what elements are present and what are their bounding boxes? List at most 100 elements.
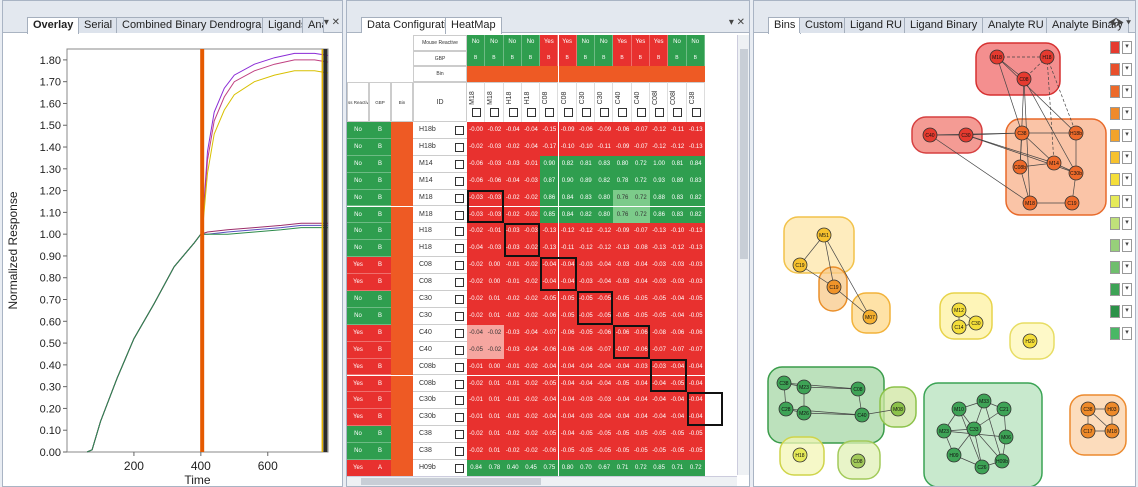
y-tick-label: 0.90 <box>40 251 61 263</box>
vertical-scrollbar[interactable] <box>737 35 749 475</box>
col-bin-cell <box>631 66 650 82</box>
legend-dropdown-icon[interactable]: ▾ <box>1122 217 1132 230</box>
heatmap-value-cell: -0.07 <box>631 138 650 156</box>
row-reactive-cell: Yes <box>347 274 369 291</box>
legend-swatch[interactable] <box>1110 41 1120 54</box>
row-reactive-cell: Yes <box>347 375 369 393</box>
bin-node-label: H18 <box>1042 55 1051 61</box>
legend-dropdown-icon[interactable]: ▾ <box>1122 85 1132 98</box>
legend-dropdown-icon[interactable]: ▾ <box>1122 41 1132 54</box>
legend-swatch[interactable] <box>1110 151 1120 164</box>
legend-swatch[interactable] <box>1110 107 1120 120</box>
legend-swatch[interactable] <box>1110 327 1120 340</box>
legend-swatch[interactable] <box>1110 305 1120 318</box>
horizontal-scrollbar[interactable] <box>347 476 737 486</box>
row-bin-cell <box>391 138 413 156</box>
column-checkbox <box>581 107 591 117</box>
tab-combined-binary-dendrogram[interactable]: Combined Binary Dendrogram <box>116 17 277 33</box>
legend-swatch[interactable] <box>1110 239 1120 252</box>
row-checkbox <box>455 193 464 203</box>
legend-swatch[interactable] <box>1110 85 1120 98</box>
row-gbp-cell: B <box>369 206 391 224</box>
col-id-label: M18 <box>469 90 476 105</box>
scrollbar-thumb[interactable] <box>361 478 541 485</box>
legend-dropdown-icon[interactable]: ▾ <box>1122 129 1132 142</box>
heatmap-value-cell: 0.72 <box>631 189 650 207</box>
row-gbp-cell: B <box>369 392 391 410</box>
legend-dropdown-icon[interactable]: ▾ <box>1122 261 1132 274</box>
bins-tabbar: Bins Custom Ligand RU Ligand Binary Anal… <box>754 1 1135 34</box>
legend-dropdown-icon[interactable]: ▾ <box>1122 151 1132 164</box>
heatmap-value-cell: -0.04 <box>521 122 541 139</box>
tab-ligand-binary[interactable]: Ligand Binary <box>904 17 984 33</box>
plot-area <box>66 48 329 453</box>
legend-dropdown-icon[interactable]: ▾ <box>1122 327 1132 340</box>
row-bin-cell <box>391 206 413 224</box>
heatmap-value-cell: -0.05 <box>540 291 559 308</box>
row-gbp-cell: B <box>369 375 391 393</box>
panel-menu-close-icon[interactable]: ▾ ✕ <box>324 17 340 28</box>
bin-node-label: C38 <box>1017 131 1026 137</box>
scrollbar-thumb[interactable] <box>740 49 748 259</box>
heatmap-value-cell: -0.04 <box>521 138 541 156</box>
heatmap-value-cell: 0.82 <box>595 172 614 190</box>
legend-dropdown-icon[interactable]: ▾ <box>1122 305 1132 318</box>
bin-node-label: M18 <box>992 55 1002 61</box>
heatmap-value-cell: 0.76 <box>613 189 632 207</box>
heatmap-value-cell: -0.13 <box>540 240 559 258</box>
tab-bins[interactable]: Bins <box>768 17 802 34</box>
diagonal-block <box>613 324 650 359</box>
heatmap-value-cell: -0.02 <box>485 341 504 359</box>
heatmap-value-cell: 0.84 <box>467 460 486 477</box>
legend-dropdown-icon[interactable]: ▾ <box>1122 107 1132 120</box>
column-checkbox <box>655 107 664 117</box>
heatmap-value-cell: -0.04 <box>540 358 559 376</box>
legend-swatch[interactable] <box>1110 283 1120 296</box>
legend-swatch[interactable] <box>1110 195 1120 208</box>
legend-dropdown-icon[interactable]: ▾ <box>1122 195 1132 208</box>
legend-dropdown-icon[interactable]: ▾ <box>1122 283 1132 296</box>
legend-swatch[interactable] <box>1110 63 1120 76</box>
heatmap-value-cell: -0.04 <box>686 358 705 376</box>
tab-ligand-ru[interactable]: Ligand RU <box>844 17 908 33</box>
tab-heatmap[interactable]: HeatMap <box>445 17 502 34</box>
heatmap-value-cell: 0.01 <box>485 443 504 460</box>
heatmap-value-cell: 0.83 <box>576 189 596 207</box>
row-gbp-cell: B <box>369 358 391 376</box>
legend-dropdown-icon[interactable]: ▾ <box>1122 239 1132 252</box>
heatmap-value-cell: 0.78 <box>485 460 504 477</box>
legend-swatch[interactable] <box>1110 173 1120 186</box>
heatmap-value-cell: 0.01 <box>485 392 504 410</box>
legend-swatch[interactable] <box>1110 217 1120 230</box>
heatmap-value-cell: -0.12 <box>595 223 614 241</box>
bin-node-label: M07 <box>865 315 875 321</box>
heatmap-value-cell: -0.07 <box>595 341 614 359</box>
row-gbp-cell: B <box>369 443 391 460</box>
legend-dropdown-icon[interactable]: ▾ <box>1122 173 1132 186</box>
tab-analyte-ru[interactable]: Analyte RU <box>982 17 1050 33</box>
col-reactive-cell: Yes <box>631 35 650 51</box>
heatmap-value-cell: -0.10 <box>576 138 596 156</box>
tab-overlay[interactable]: Overlay <box>27 17 80 34</box>
tab-analytes[interactable]: Analytes <box>302 17 324 33</box>
heatmap-value-cell: -0.04 <box>576 375 596 393</box>
panel-menu-close-icon[interactable]: ▾ ✕ <box>729 17 745 28</box>
heatmap-value-cell: -0.07 <box>540 324 559 342</box>
legend-swatch[interactable] <box>1110 261 1120 274</box>
col-gbp-cell: B <box>540 50 559 66</box>
heatmap-value-cell: -0.00 <box>467 122 486 139</box>
row-gbp-cell: A <box>369 460 391 477</box>
heatmap-value-cell: -0.12 <box>650 138 669 156</box>
tab-serial[interactable]: Serial <box>78 17 119 33</box>
bin-node-label: C38 <box>1083 407 1092 413</box>
heatmap-value-cell: -0.02 <box>467 291 486 308</box>
legend-dropdown-icon[interactable]: ▾ <box>1122 63 1132 76</box>
nav-arrows-icon[interactable]: ⮜⮞ ▾ <box>1109 17 1131 28</box>
tab-custom[interactable]: Custom <box>799 17 849 33</box>
bin-node-label: M14 <box>1049 161 1059 167</box>
heatmap-value-cell: 0.82 <box>576 206 596 224</box>
legend-swatch[interactable] <box>1110 129 1120 142</box>
row-gbp-cell: B <box>369 172 391 190</box>
heatmap-value-cell: -0.06 <box>613 122 632 139</box>
diagonal-block <box>650 358 687 393</box>
